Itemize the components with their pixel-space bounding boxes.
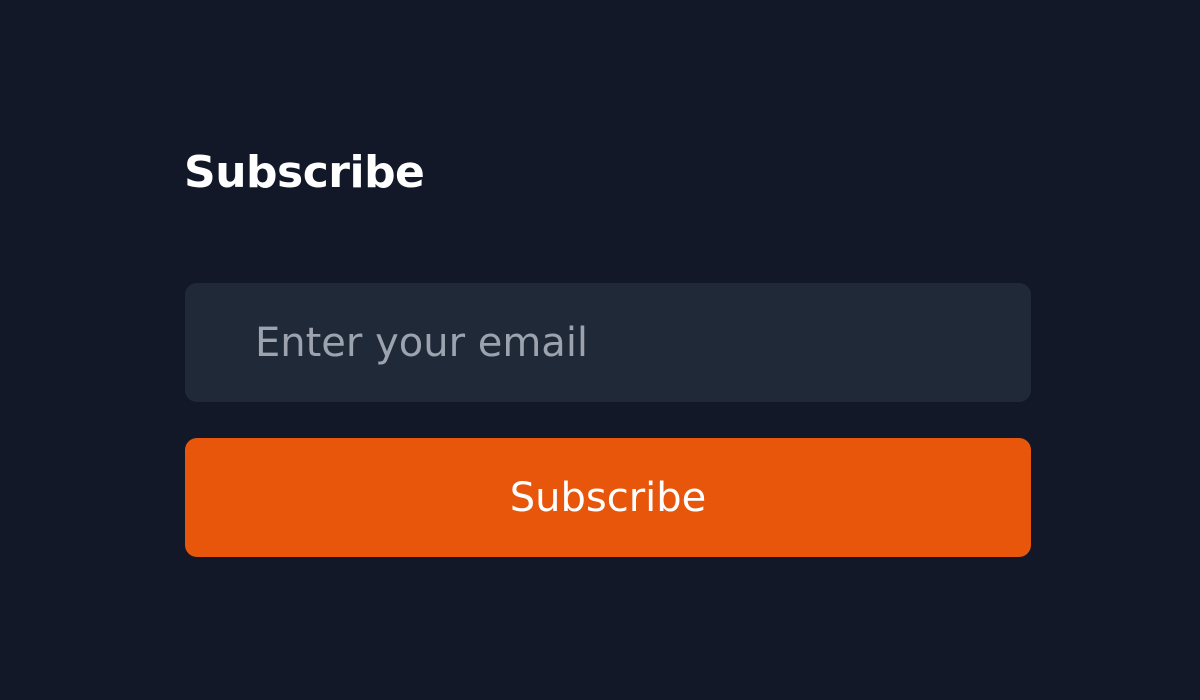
section-title: Subscribe — [184, 147, 425, 198]
email-input[interactable] — [185, 283, 1031, 402]
subscribe-form: Subscribe — [185, 283, 1031, 557]
subscribe-button[interactable]: Subscribe — [185, 438, 1031, 557]
newsletter-section: Subscribe Subscribe — [184, 140, 1031, 557]
page: Subscribe Subscribe — [0, 0, 1200, 700]
